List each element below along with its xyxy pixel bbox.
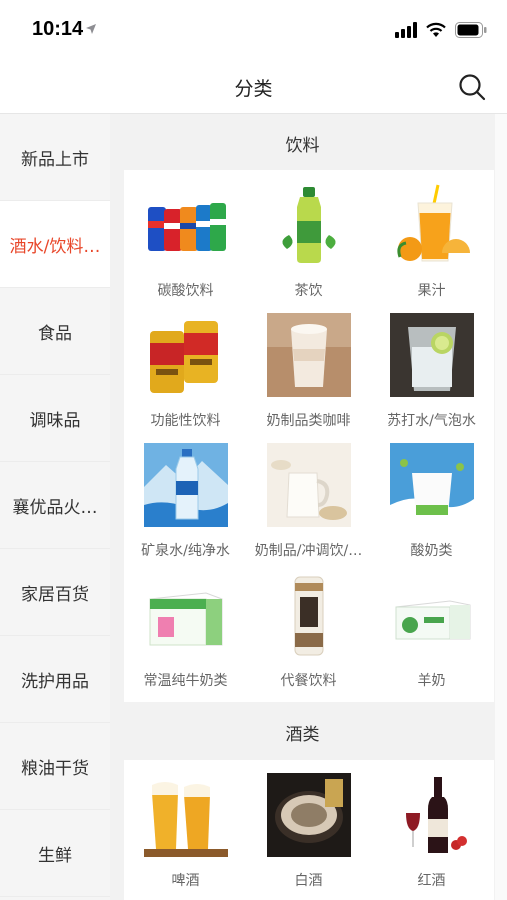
sidebar-item-drinks[interactable]: 酒水/饮料… bbox=[0, 201, 110, 288]
baijiu-bowl-icon bbox=[267, 773, 351, 857]
status-time: 10:14 bbox=[32, 18, 84, 40]
subcategory-label: 常温纯牛奶类 bbox=[143, 673, 228, 689]
sidebar-item-xiangyoupin[interactable]: 襄优品火… bbox=[0, 462, 110, 549]
section-title-drinks: 饮料 bbox=[285, 136, 320, 156]
milk-jug-icon bbox=[267, 443, 351, 527]
subcategory-label: 碳酸饮料 bbox=[157, 283, 214, 299]
sidebar-item-label: 新品上市 bbox=[21, 149, 89, 170]
subcategory-label: 矿泉水/纯净水 bbox=[141, 543, 230, 559]
subcategory-label: 果汁 bbox=[417, 283, 446, 299]
header: 分类 bbox=[0, 60, 507, 114]
sidebar-item-toiletries[interactable]: 洗护用品 bbox=[0, 636, 110, 723]
sidebar-item-household[interactable]: 家居百货 bbox=[0, 549, 110, 636]
battery-icon bbox=[455, 22, 487, 38]
energy-drink-cans-icon bbox=[150, 321, 218, 393]
subcategory-label: 酸奶类 bbox=[410, 543, 453, 559]
page-title: 分类 bbox=[234, 78, 273, 100]
subcategory-item[interactable]: 奶制品类咖啡 bbox=[247, 300, 370, 430]
subcategory-label: 代餐饮料 bbox=[280, 673, 337, 689]
subcategory-label: 羊奶 bbox=[417, 673, 446, 689]
location-arrow-icon bbox=[86, 24, 96, 34]
meal-drink-can-icon bbox=[294, 576, 324, 656]
subcategory-label: 茶饮 bbox=[294, 283, 323, 299]
subcategory-label: 啤酒 bbox=[171, 873, 200, 889]
status-icons bbox=[395, 20, 487, 40]
search-icon[interactable] bbox=[457, 72, 487, 102]
sidebar-item-new[interactable]: 新品上市 bbox=[0, 114, 110, 201]
subcategory-item[interactable]: 矿泉水/纯净水 bbox=[124, 430, 247, 560]
mineral-water-bottle-icon bbox=[144, 443, 228, 527]
subcategory-item[interactable]: 常温纯牛奶类 bbox=[124, 560, 247, 690]
subcategory-label: 奶制品/冲调饮/… bbox=[254, 543, 363, 559]
goat-milk-box-icon bbox=[395, 600, 471, 640]
soda-water-glass-icon bbox=[390, 313, 474, 397]
category-sidebar: 新品上市 酒水/饮料… 食品 调味品 襄优品火… 家居百货 洗护用品 粮油干货 … bbox=[0, 114, 110, 900]
sidebar-item-grain-oil[interactable]: 粮油干货 bbox=[0, 723, 110, 810]
sidebar-item-label: 调味品 bbox=[29, 410, 81, 431]
status-bar: 10:14 bbox=[0, 0, 507, 60]
sidebar-item-label: 襄优品火… bbox=[12, 497, 98, 518]
orange-juice-icon bbox=[397, 184, 470, 262]
milk-box-icon bbox=[149, 592, 223, 646]
soda-cans-icon bbox=[148, 203, 226, 251]
subcategory-item[interactable]: 羊奶 bbox=[370, 560, 493, 690]
milk-coffee-icon bbox=[267, 313, 351, 397]
subcategory-item[interactable]: 果汁 bbox=[370, 170, 493, 300]
subcategory-item[interactable]: 酸奶类 bbox=[370, 430, 493, 560]
subcategory-label: 功能性饮料 bbox=[150, 413, 221, 429]
sidebar-item-food[interactable]: 食品 bbox=[0, 288, 110, 375]
subcategory-item[interactable]: 碳酸饮料 bbox=[124, 170, 247, 300]
red-wine-bottle-icon bbox=[390, 773, 474, 857]
subcategory-label: 红酒 bbox=[417, 873, 446, 889]
subcategory-label: 奶制品类咖啡 bbox=[266, 413, 351, 429]
section-title-alcohol: 酒类 bbox=[285, 725, 320, 745]
category-content: 饮料 碳酸饮料 茶饮 果汁 功能性饮料 奶制品类咖啡 苏打水/气泡水 矿泉水/纯… bbox=[110, 114, 507, 900]
sidebar-item-label: 酒水/饮料… bbox=[9, 236, 101, 257]
subcategory-item[interactable]: 红酒 bbox=[370, 760, 493, 890]
sidebar-item-label: 家居百货 bbox=[21, 584, 89, 605]
green-tea-bottle-icon bbox=[267, 183, 351, 267]
wifi-icon bbox=[426, 22, 446, 37]
subcategory-item[interactable]: 啤酒 bbox=[124, 760, 247, 890]
sidebar-item-fresh[interactable]: 生鲜 bbox=[0, 810, 110, 897]
sidebar-item-label: 生鲜 bbox=[38, 845, 72, 866]
subcategory-item[interactable]: 代餐饮料 bbox=[247, 560, 370, 690]
section-card-alcohol: 啤酒 白酒 红酒 bbox=[124, 760, 494, 900]
scrollbar[interactable] bbox=[495, 114, 507, 900]
sidebar-item-seasoning[interactable]: 调味品 bbox=[0, 375, 110, 462]
subcategory-label: 白酒 bbox=[294, 873, 323, 889]
sidebar-item-label: 食品 bbox=[38, 323, 72, 344]
subcategory-item[interactable]: 茶饮 bbox=[247, 170, 370, 300]
subcategory-item[interactable]: 功能性饮料 bbox=[124, 300, 247, 430]
signal-icon bbox=[395, 22, 417, 38]
sidebar-item-label: 洗护用品 bbox=[21, 671, 89, 692]
sidebar-item-label: 粮油干货 bbox=[21, 758, 89, 779]
subcategory-label: 苏打水/气泡水 bbox=[387, 413, 476, 429]
subcategory-item[interactable]: 苏打水/气泡水 bbox=[370, 300, 493, 430]
subcategory-item[interactable]: 白酒 bbox=[247, 760, 370, 890]
yogurt-cup-icon bbox=[390, 443, 474, 527]
section-card-drinks: 碳酸饮料 茶饮 果汁 功能性饮料 奶制品类咖啡 苏打水/气泡水 矿泉水/纯净水 … bbox=[124, 170, 494, 702]
beer-glasses-icon bbox=[144, 773, 228, 857]
subcategory-item[interactable]: 奶制品/冲调饮/… bbox=[247, 430, 370, 560]
